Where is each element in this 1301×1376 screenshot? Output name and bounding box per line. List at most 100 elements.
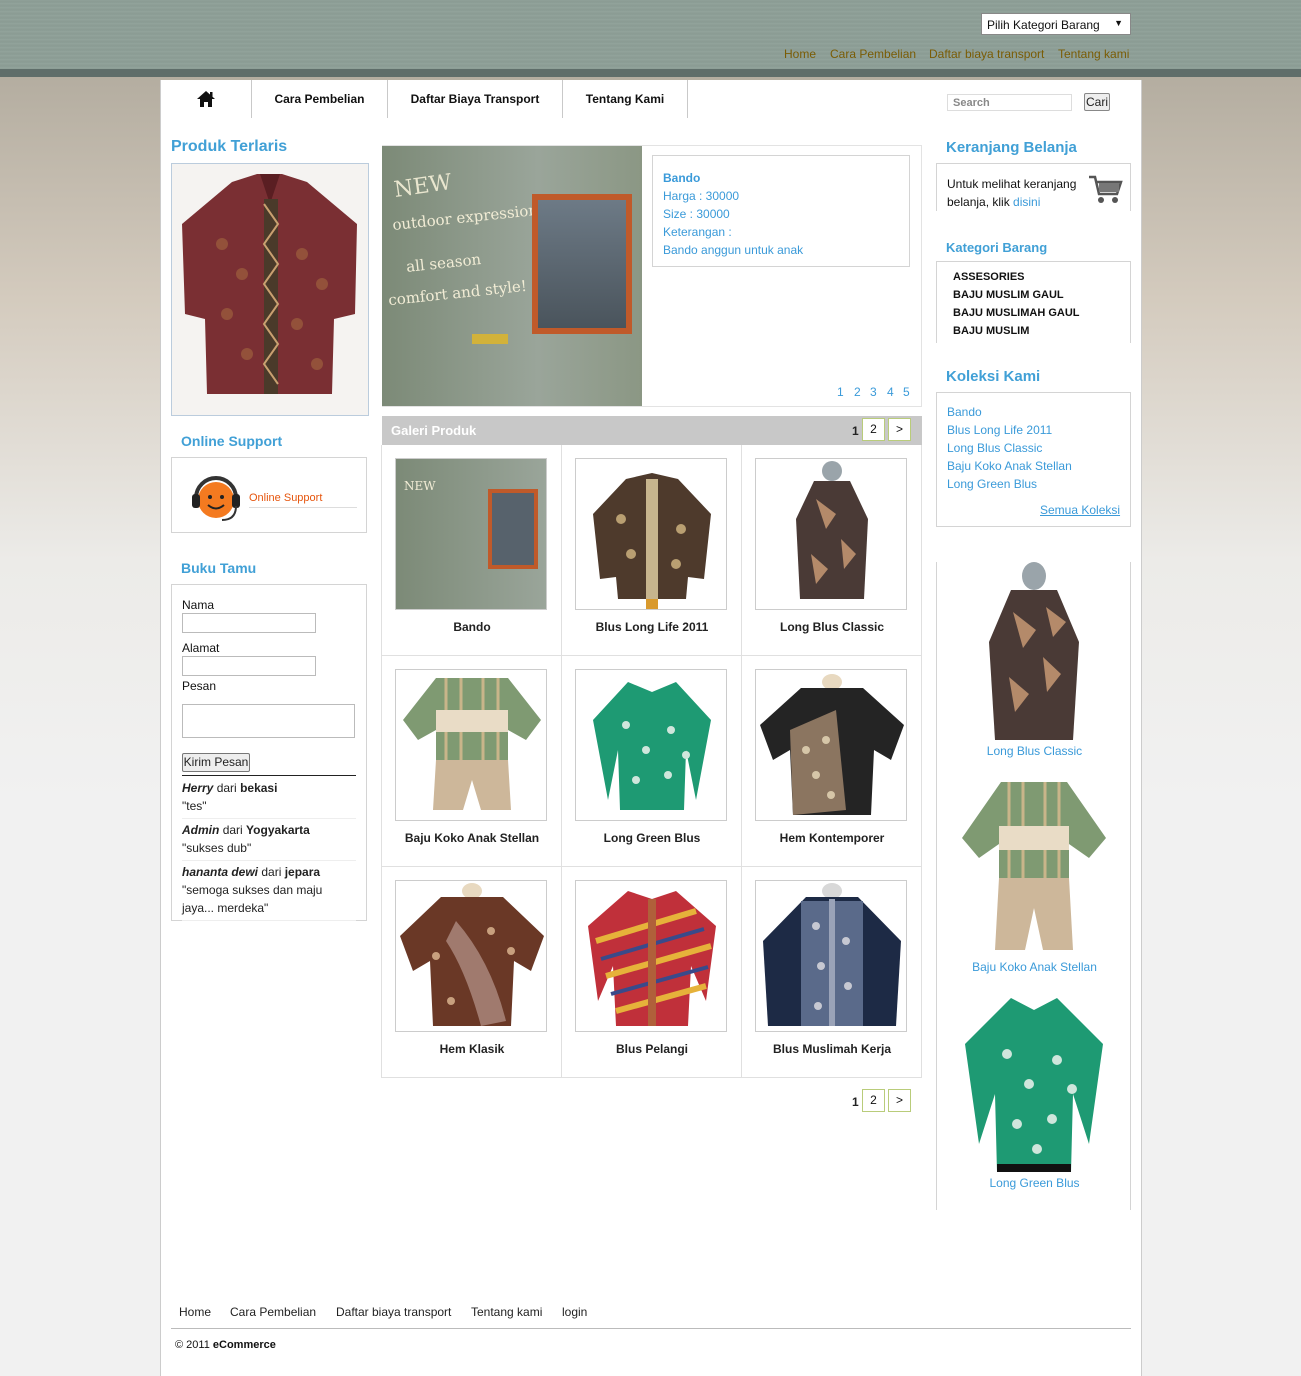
cart-text-label: Untuk melihat keranjang belanja, klik	[947, 177, 1077, 209]
entry-city: bekasi	[240, 781, 278, 795]
divider	[182, 775, 356, 776]
top-link-cara-pembelian[interactable]: Cara Pembelian	[830, 47, 916, 61]
collection-item[interactable]: Bando	[947, 403, 1072, 421]
banner-line: outdoor expressions	[391, 200, 547, 234]
submit-button[interactable]: Kirim Pesan	[182, 753, 250, 772]
slider-note-label: Keterangan :	[663, 225, 732, 239]
featured-name[interactable]: Long Green Blus	[937, 1176, 1132, 1190]
gallery-item[interactable]: Baju Koko Anak Stellan	[382, 656, 562, 867]
footer-link-login[interactable]: login	[562, 1305, 587, 1319]
product-name: Bando	[453, 620, 491, 634]
product-name: Long Blus Classic	[779, 620, 885, 634]
best-seller-image[interactable]	[171, 163, 369, 416]
online-support-box[interactable]: Online Support	[171, 457, 367, 533]
chevron-down-icon: ▼	[1114, 18, 1123, 28]
collection-item[interactable]: Blus Long Life 2011	[947, 421, 1072, 439]
gallery-item[interactable]: Hem Kontemporer	[742, 656, 922, 867]
featured-image[interactable]	[961, 562, 1107, 742]
slider-page[interactable]: 2	[854, 385, 861, 399]
guestbook-entry: hananta dewi dari jepara "semoga sukses …	[182, 863, 356, 921]
product-thumb	[575, 669, 727, 821]
category-item[interactable]: BAJU MUSLIM	[953, 322, 1080, 340]
cart-text: Untuk melihat keranjang belanja, klik di…	[947, 175, 1077, 211]
copyright: © 2011 eCommerce	[175, 1339, 276, 1351]
product-thumb	[575, 458, 727, 610]
featured-image[interactable]	[961, 778, 1107, 956]
search-input[interactable]: Search	[947, 94, 1072, 111]
footer-link-tentang[interactable]: Tentang kami	[471, 1305, 542, 1319]
product-name: Baju Koko Anak Stellan	[404, 831, 540, 845]
all-collections-link[interactable]: Semua Koleksi	[1040, 503, 1120, 517]
gallery-page-2[interactable]: 2	[862, 418, 885, 441]
slider-page[interactable]: 1	[837, 385, 844, 399]
slider-page[interactable]: 5	[903, 385, 910, 399]
product-name: Blus Pelangi	[615, 1042, 689, 1056]
bottom-page-2[interactable]: 2	[862, 1089, 885, 1112]
category-item[interactable]: ASSESORIES	[953, 268, 1080, 286]
bottom-current-page: 1	[852, 1095, 859, 1109]
slider-title[interactable]: Bando	[663, 169, 899, 187]
search-button[interactable]: Cari	[1084, 93, 1110, 111]
guestbook-entry: Admin dari Yogyakarta "sukses dub"	[182, 821, 356, 861]
gallery-item[interactable]: Hem Klasik	[382, 867, 562, 1078]
category-select-value: Pilih Kategori Barang	[987, 18, 1100, 32]
footer-link-cara-pembelian[interactable]: Cara Pembelian	[230, 1305, 316, 1319]
nav-home[interactable]	[161, 80, 252, 118]
gallery-next[interactable]: >	[888, 418, 911, 441]
cart-title: Keranjang Belanja	[946, 139, 1077, 156]
entry-name: Herry	[182, 781, 214, 795]
featured-name[interactable]: Long Blus Classic	[937, 744, 1132, 758]
featured-image[interactable]	[957, 994, 1111, 1174]
gallery-item[interactable]: Blus Long Life 2011	[562, 445, 742, 656]
collection-item[interactable]: Long Green Blus	[947, 475, 1072, 493]
entry-from: dari	[261, 865, 282, 879]
nav-tentang-kami[interactable]: Tentang Kami	[563, 80, 688, 118]
headset-icon	[192, 476, 240, 521]
banner-badge	[472, 334, 508, 344]
nav-cara-pembelian[interactable]: Cara Pembelian	[252, 80, 388, 118]
slider-banner[interactable]: NEW outdoor expressions all season comfo…	[382, 146, 642, 406]
entry-city: jepara	[284, 865, 321, 879]
gallery-item[interactable]: NEW Bando	[382, 445, 562, 656]
bottom-next[interactable]: >	[888, 1089, 911, 1112]
top-link-daftar-biaya[interactable]: Daftar biaya transport	[929, 47, 1044, 61]
message-label: Pesan	[182, 679, 217, 693]
nav-daftar-biaya[interactable]: Daftar Biaya Transport	[388, 80, 563, 118]
guestbook-entry: Herry dari bekasi "tes"	[182, 779, 356, 819]
slider-size: Size : 30000	[663, 207, 730, 221]
banner-new: NEW	[392, 170, 454, 203]
address-field[interactable]	[182, 656, 316, 676]
banner-photo	[532, 194, 632, 334]
product-thumb	[755, 458, 907, 610]
footer-link-home[interactable]: Home	[179, 1305, 211, 1319]
top-link-home[interactable]: Home	[784, 47, 816, 61]
category-title: Kategori Barang	[946, 240, 1048, 255]
category-select[interactable]: Pilih Kategori Barang ▼	[981, 13, 1131, 35]
slider-page[interactable]: 4	[887, 385, 894, 399]
gallery-item[interactable]: Long Blus Classic	[742, 445, 922, 656]
collection-item[interactable]: Long Blus Classic	[947, 439, 1072, 457]
thumb-text: NEW	[404, 479, 436, 493]
name-field[interactable]	[182, 613, 316, 633]
cart-link[interactable]: disini	[1013, 195, 1040, 209]
product-thumb: NEW	[395, 458, 547, 610]
shirt-image	[172, 164, 368, 415]
entry-name: hananta dewi	[182, 865, 259, 879]
top-link-tentang[interactable]: Tentang kami	[1058, 47, 1129, 61]
collection-item[interactable]: Baju Koko Anak Stellan	[947, 457, 1072, 475]
gallery-item[interactable]: Blus Pelangi	[562, 867, 742, 1078]
online-support-label: Online Support	[249, 492, 323, 504]
category-item[interactable]: BAJU MUSLIM GAUL	[953, 286, 1080, 304]
message-field[interactable]	[182, 704, 355, 738]
slider-page[interactable]: 3	[870, 385, 877, 399]
gallery-grid: NEW Bando Blus Long Life 2011 Long Blus …	[381, 445, 922, 1078]
product-name: Blus Muslimah Kerja	[772, 1042, 892, 1056]
featured-name[interactable]: Baju Koko Anak Stellan	[937, 960, 1132, 974]
footer-link-daftar-biaya[interactable]: Daftar biaya transport	[336, 1305, 451, 1319]
gallery-item[interactable]: Long Green Blus	[562, 656, 742, 867]
gallery-item[interactable]: Blus Muslimah Kerja	[742, 867, 922, 1078]
copyright-prefix: © 2011	[175, 1339, 210, 1351]
slider-note: Bando anggun untuk anak	[663, 243, 804, 257]
category-item[interactable]: BAJU MUSLIMAH GAUL	[953, 304, 1080, 322]
entry-city: Yogyakarta	[246, 823, 310, 837]
